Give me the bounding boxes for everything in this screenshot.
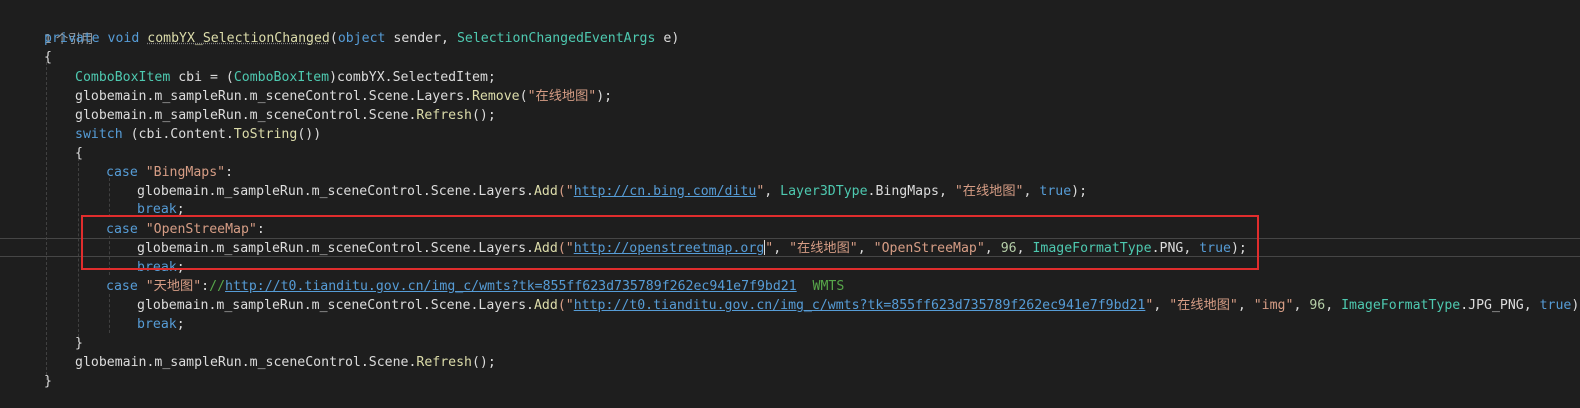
- code-line-16: break;: [0, 315, 1580, 334]
- keyword: true: [1539, 298, 1572, 313]
- code-text: )combYX.SelectedItem;: [329, 70, 496, 85]
- keyword: private: [44, 31, 100, 46]
- brace: }: [75, 336, 83, 351]
- string-literal: "在线地图": [527, 89, 597, 104]
- keyword: break: [137, 317, 177, 332]
- code-text: globemain.m_sampleRun.m_sceneControl.Sce…: [75, 108, 417, 123]
- code-line-1: private void combYX_SelectionChanged(obj…: [0, 29, 1580, 48]
- keyword: switch: [75, 127, 123, 142]
- string-quote: (": [557, 298, 574, 313]
- param: e): [655, 31, 680, 46]
- keyword: case: [106, 279, 138, 294]
- code-line-7: {: [0, 144, 1580, 163]
- punct: ();: [471, 355, 496, 370]
- method-name: Add: [533, 298, 558, 313]
- code-text: cbi = (: [170, 70, 234, 85]
- keyword: void: [107, 31, 140, 46]
- method-name: ToString: [233, 127, 298, 142]
- url-link[interactable]: http://cn.bing.com/ditu: [574, 184, 757, 199]
- param: sender,: [385, 31, 457, 46]
- punct: ()): [297, 127, 322, 142]
- keyword: case: [106, 165, 138, 180]
- string-literal: "在线地图": [1169, 298, 1238, 313]
- type-name: ImageFormatType: [1341, 298, 1461, 313]
- url-link[interactable]: http://t0.tianditu.gov.cn/img_c/wmts?tk=…: [574, 298, 1146, 313]
- type-name: ComboBoxItem: [75, 70, 171, 85]
- punct: );: [1571, 298, 1580, 313]
- punct: ();: [471, 108, 496, 123]
- code-text: globemain.m_sampleRun.m_sceneControl.Sce…: [137, 298, 534, 313]
- code-line-14: case "天地图"://http://t0.tianditu.gov.cn/i…: [0, 277, 1580, 296]
- brace: {: [44, 50, 52, 65]
- keyword: object: [337, 31, 386, 46]
- code-line-8: case "BingMaps":: [0, 163, 1580, 182]
- code-editor[interactable]: 1 个引用 private void combYX_SelectionChang…: [0, 0, 1580, 408]
- punct: :: [225, 165, 234, 180]
- method-name: Add: [533, 184, 558, 199]
- punct: ;: [176, 317, 185, 332]
- code-text: .BingMaps,: [867, 184, 955, 199]
- code-line-2: {: [0, 48, 1580, 67]
- type-name: Layer3DType: [780, 184, 868, 199]
- code-text: globemain.m_sampleRun.m_sceneControl.Sce…: [137, 184, 534, 199]
- method-name: Refresh: [416, 108, 472, 123]
- code-text: globemain.m_sampleRun.m_sceneControl.Sce…: [75, 89, 472, 104]
- string-literal: "在线地图": [954, 184, 1024, 199]
- method-name: Remove: [471, 89, 520, 104]
- type-name: SelectionChangedEventArgs: [456, 31, 656, 46]
- code-text: (cbi.Content.: [122, 127, 234, 142]
- number-literal: 96: [1309, 298, 1326, 313]
- punct: :: [201, 279, 210, 294]
- code-line-17: }: [0, 334, 1580, 353]
- punct: (: [519, 89, 528, 104]
- punct: ,: [1293, 298, 1310, 313]
- codelens-references[interactable]: 1 个引用: [0, 10, 1580, 46]
- string-literal: "img": [1253, 298, 1294, 313]
- method-name: combYX_SelectionChanged: [147, 31, 330, 46]
- code-line-18: globemain.m_sampleRun.m_sceneControl.Sce…: [0, 353, 1580, 372]
- punct: );: [596, 89, 613, 104]
- comment: //: [209, 279, 226, 294]
- code-line-15: globemain.m_sampleRun.m_sceneControl.Sce…: [0, 296, 1580, 315]
- punct: ,: [1237, 298, 1254, 313]
- string-literal: "天地图": [145, 279, 202, 294]
- keyword: true: [1039, 184, 1072, 199]
- method-name: Refresh: [416, 355, 472, 370]
- brace: }: [44, 374, 52, 389]
- punct: ,: [1023, 184, 1040, 199]
- code-text: globemain.m_sampleRun.m_sceneControl.Sce…: [75, 355, 417, 370]
- punct: ,: [1325, 298, 1342, 313]
- punct: );: [1071, 184, 1088, 199]
- url-link[interactable]: http://t0.tianditu.gov.cn/img_c/wmts?tk=…: [225, 279, 797, 294]
- code-text: .JPG_PNG,: [1460, 298, 1540, 313]
- punct: (: [329, 31, 338, 46]
- code-line-6: switch (cbi.Content.ToString()): [0, 125, 1580, 144]
- punct: ,: [1153, 298, 1170, 313]
- code-line-9: globemain.m_sampleRun.m_sceneControl.Sce…: [0, 182, 1580, 201]
- string-quote: (": [557, 184, 574, 199]
- code-line-4: globemain.m_sampleRun.m_sceneControl.Sce…: [0, 87, 1580, 106]
- string-literal: "BingMaps": [145, 165, 226, 180]
- brace: {: [75, 146, 83, 161]
- code-line-5: globemain.m_sampleRun.m_sceneControl.Sce…: [0, 106, 1580, 125]
- comment: WMTS: [796, 279, 845, 294]
- code-line-3: ComboBoxItem cbi = (ComboBoxItem)combYX.…: [0, 68, 1580, 87]
- type-name: ComboBoxItem: [233, 70, 330, 85]
- punct: ,: [764, 184, 781, 199]
- red-highlight-box: [81, 215, 1259, 270]
- code-line-19: }: [0, 372, 1580, 391]
